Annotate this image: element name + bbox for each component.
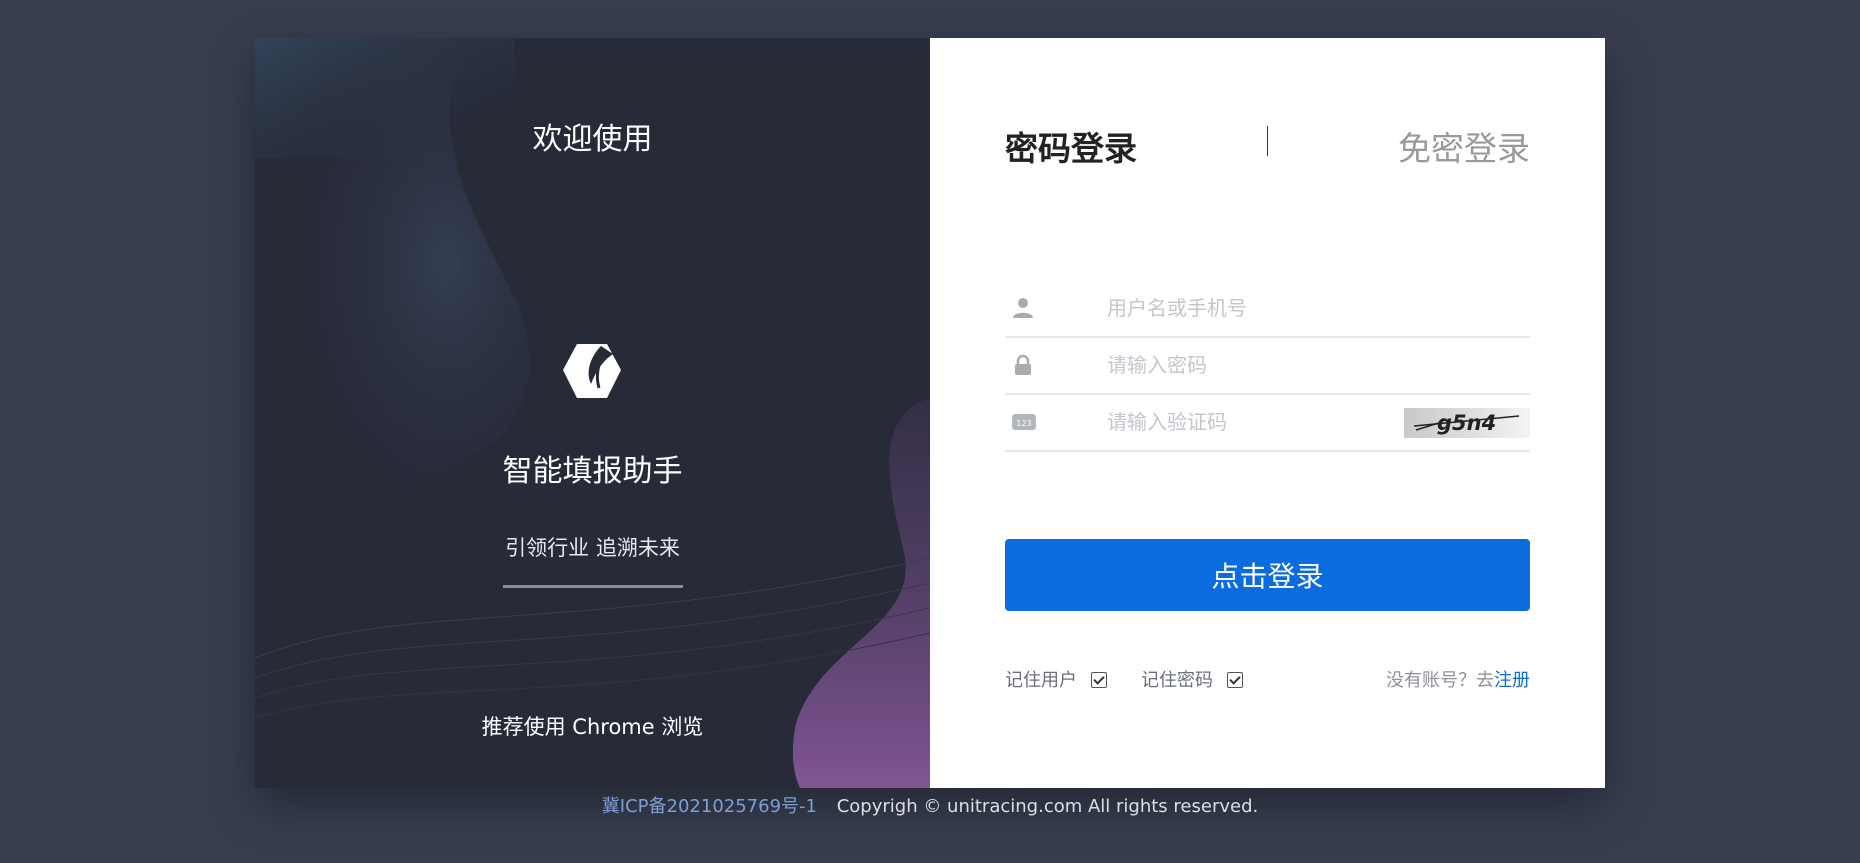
login-button[interactable]: 点击登录 bbox=[1005, 539, 1530, 611]
keypad-icon-text: 123 bbox=[1016, 419, 1031, 428]
username-field bbox=[1005, 280, 1530, 338]
app-name: 智能填报助手 bbox=[502, 454, 683, 489]
browser-recommendation: 推荐使用 Chrome 浏览 bbox=[481, 715, 704, 739]
no-account-text: 没有账号？去 bbox=[1386, 670, 1494, 691]
tab-passwordless-login[interactable]: 免密登录 bbox=[1398, 122, 1530, 170]
remember-password-label: 记住密码 bbox=[1141, 670, 1213, 691]
register-link[interactable]: 注册 bbox=[1494, 670, 1530, 691]
password-field bbox=[1005, 337, 1530, 395]
register-prompt: 没有账号？去注册 bbox=[1386, 666, 1530, 692]
login-card: 欢迎使用 智能填报助手 引领行业 追溯未来 推荐使用 Chrome 浏览 密码登… bbox=[255, 38, 1605, 788]
remember-password-checkbox[interactable] bbox=[1227, 672, 1243, 688]
welcome-title: 欢迎使用 bbox=[532, 122, 653, 157]
slogan-underline bbox=[503, 585, 683, 588]
password-input[interactable] bbox=[1105, 345, 1409, 385]
captcha-image[interactable]: g5n4 bbox=[1404, 408, 1530, 438]
captcha-field: 123 g5n4 bbox=[1005, 394, 1530, 452]
captcha-text: g5n4 bbox=[1437, 411, 1496, 435]
leaf-hexagon-logo-icon bbox=[563, 344, 621, 398]
tab-password-login[interactable]: 密码登录 bbox=[1005, 122, 1137, 170]
keypad-123-icon: 123 bbox=[1012, 414, 1036, 430]
login-form-panel: 密码登录 免密登录 123 bbox=[930, 38, 1605, 788]
username-input[interactable] bbox=[1105, 288, 1409, 328]
remember-user-checkbox[interactable] bbox=[1091, 672, 1107, 688]
remember-password-option: 记住密码 bbox=[1141, 666, 1243, 692]
lock-icon bbox=[1015, 354, 1031, 375]
captcha-input[interactable] bbox=[1105, 402, 1409, 442]
tab-divider bbox=[1267, 126, 1268, 156]
copyright-text: Copyrigh © unitracing.com All rights res… bbox=[836, 796, 1259, 817]
user-icon bbox=[1013, 298, 1033, 318]
icp-license-link[interactable]: 冀ICP备2021025769号-1 bbox=[602, 796, 817, 817]
branding-panel: 欢迎使用 智能填报助手 引领行业 追溯未来 推荐使用 Chrome 浏览 bbox=[255, 38, 930, 788]
page-footer: 冀ICP备2021025769号-1 Copyrigh © unitracing… bbox=[0, 792, 1860, 818]
slogan: 引领行业 追溯未来 bbox=[505, 536, 680, 560]
remember-user-label: 记住用户 bbox=[1005, 670, 1077, 691]
remember-user-option: 记住用户 bbox=[1005, 666, 1107, 692]
